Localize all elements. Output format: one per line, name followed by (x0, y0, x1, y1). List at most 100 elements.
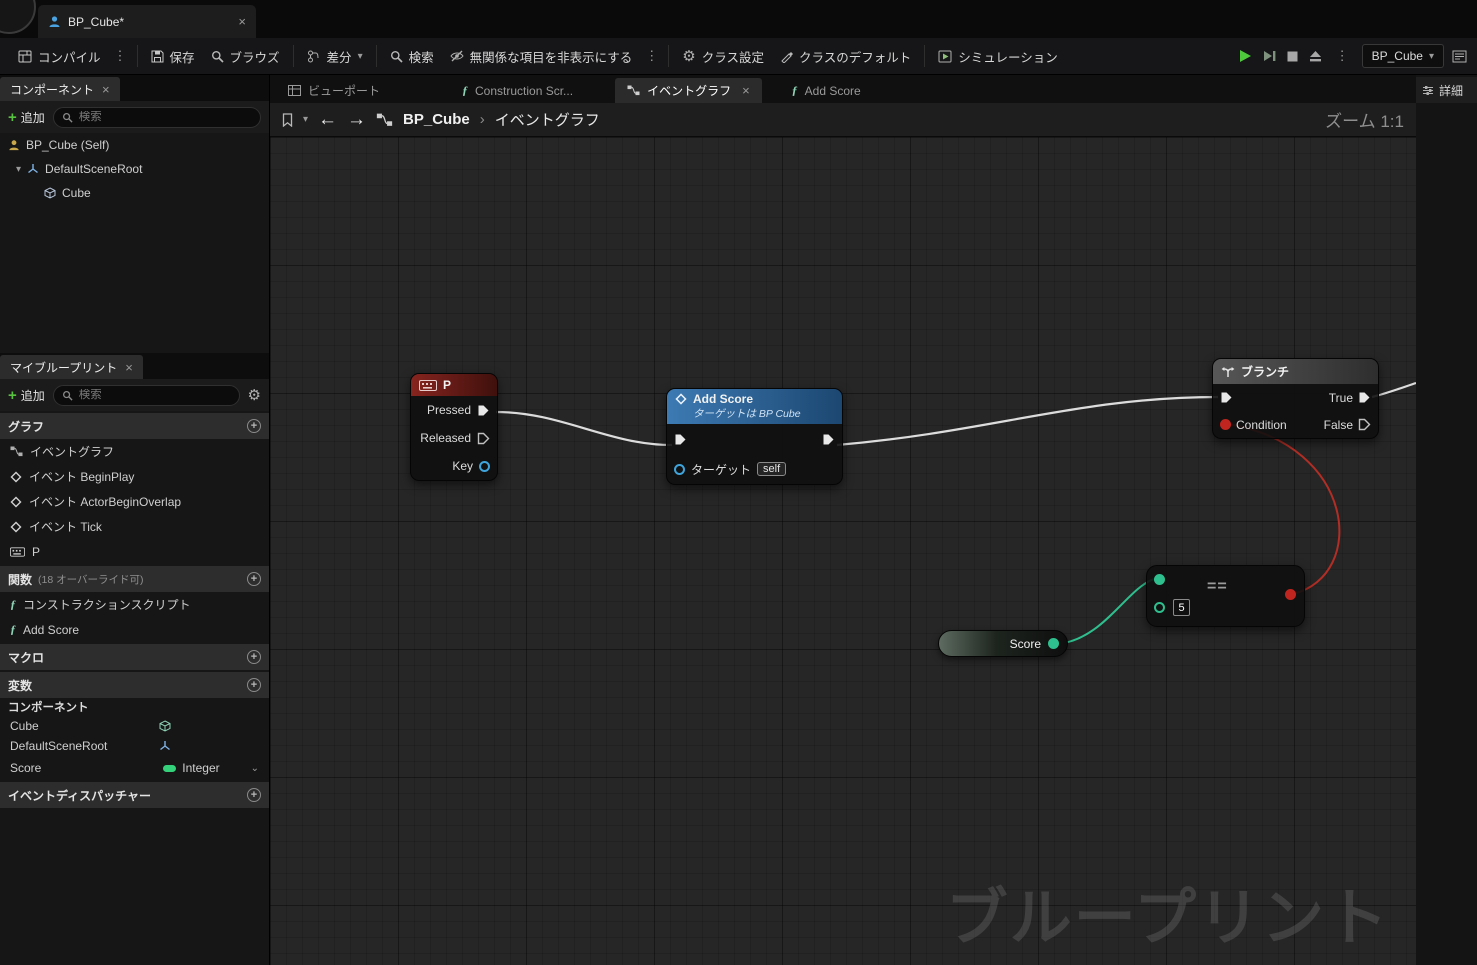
chevron-down-icon[interactable]: ⌄ (251, 763, 259, 774)
tab-viewport[interactable]: ビューポート (276, 78, 392, 103)
compile-button[interactable]: コンパイル (10, 41, 109, 71)
find-button[interactable]: 検索 (382, 41, 442, 71)
function-item-construction-script[interactable]: ƒ コンストラクションスクリプト (0, 592, 269, 617)
close-icon[interactable]: × (125, 360, 133, 375)
components-search[interactable] (52, 106, 261, 128)
add-macro-button[interactable]: + (247, 650, 261, 664)
node-add-score-header[interactable]: Add Score ターゲットは BP Cube (667, 389, 842, 424)
debug-filter-icon[interactable] (1452, 50, 1467, 63)
class-settings-button[interactable]: ⚙ クラス設定 (674, 41, 772, 71)
tab-event-graph[interactable]: イベントグラフ × (615, 78, 762, 103)
section-macros[interactable]: マクロ + (0, 644, 269, 670)
graph-item-key-p[interactable]: P (0, 539, 269, 564)
chevron-down-icon[interactable]: ▾ (16, 164, 21, 175)
eject-button[interactable] (1308, 49, 1323, 64)
exec-in-pin[interactable] (1220, 391, 1233, 404)
close-icon[interactable]: × (102, 82, 110, 97)
play-button[interactable] (1237, 48, 1253, 64)
variable-item-score[interactable]: Score Integer ⌄ (0, 756, 269, 780)
bookmark-icon[interactable] (282, 112, 293, 127)
asset-tab-bp-cube[interactable]: BP_Cube* × (38, 5, 256, 38)
node-keyboard-event-header[interactable]: P (411, 374, 497, 396)
node-equals[interactable]: == 5 (1146, 565, 1305, 627)
save-button[interactable]: 保存 (143, 41, 203, 71)
tab-details[interactable]: 詳細 (1416, 77, 1477, 103)
equals-input-b-pin[interactable] (1154, 602, 1165, 613)
add-dispatcher-button[interactable]: + (247, 788, 261, 802)
exec-out-pin[interactable] (822, 433, 835, 446)
tab-add-score[interactable]: ƒ Add Score (780, 78, 873, 103)
component-tree-item-cube[interactable]: Cube (0, 181, 269, 205)
node-branch[interactable]: ブランチ True Condition False (1212, 358, 1379, 439)
section-functions[interactable]: 関数 (18 オーバーライド可) + (0, 566, 269, 592)
target-pin[interactable] (674, 463, 685, 475)
node-branch-header[interactable]: ブランチ (1213, 359, 1378, 384)
wire-pressed-to-addscore[interactable] (495, 410, 673, 447)
stop-button[interactable] (1285, 49, 1300, 64)
hide-unrelated-button[interactable]: 無関係な項目を非表示にする (442, 41, 641, 71)
unreal-logo[interactable] (0, 0, 36, 34)
component-tree-item-scene-root[interactable]: ▾ DefaultSceneRoot (0, 157, 269, 181)
close-icon[interactable]: × (742, 83, 750, 98)
components-search-input[interactable] (78, 111, 252, 123)
breadcrumb-current[interactable]: イベントグラフ (495, 109, 600, 130)
graph-canvas[interactable]: P Pressed Released Key Add Score ターゲットは … (270, 137, 1416, 965)
my-blueprint-search[interactable] (52, 384, 240, 406)
variable-group-components[interactable]: コンポーネント (0, 698, 269, 716)
back-arrow-button[interactable]: ← (318, 109, 337, 131)
pin-row-target: ターゲット self (667, 454, 842, 484)
gear-icon[interactable]: ⚙ (248, 386, 261, 404)
browse-button[interactable]: ブラウズ (203, 41, 288, 71)
add-component-button[interactable]: + 追加 (8, 109, 45, 126)
graph-item-beginplay[interactable]: イベント BeginPlay (0, 464, 269, 489)
section-variables[interactable]: 変数 + (0, 672, 269, 698)
component-tree-item-self[interactable]: BP_Cube (Self) (0, 133, 269, 157)
node-keyboard-event-p[interactable]: P Pressed Released Key (410, 373, 498, 481)
condition-pin[interactable] (1220, 419, 1231, 430)
add-blueprint-item-button[interactable]: + 追加 (8, 387, 45, 404)
equals-output-pin[interactable] (1285, 589, 1296, 600)
debug-object-dropdown[interactable]: BP_Cube ▾ (1361, 44, 1444, 68)
node-add-score[interactable]: Add Score ターゲットは BP Cube ターゲット self (666, 388, 843, 485)
wire-score-to-equals[interactable] (1057, 578, 1155, 645)
score-output-pin[interactable] (1048, 638, 1059, 649)
target-self-tag[interactable]: self (757, 462, 787, 476)
tab-components[interactable]: コンポーネント × (0, 77, 120, 101)
false-exec-pin[interactable] (1358, 418, 1371, 431)
exec-pin-pressed[interactable] (477, 404, 490, 417)
chevron-down-icon[interactable]: ▾ (303, 114, 308, 125)
add-variable-button[interactable]: + (247, 678, 261, 692)
equals-input-a-pin[interactable] (1154, 574, 1165, 585)
variable-item-cube[interactable]: Cube (0, 716, 269, 736)
compile-options-button[interactable]: ⋮ (109, 48, 132, 64)
tab-my-blueprint[interactable]: マイブループリント × (0, 355, 143, 379)
exec-pin-released[interactable] (477, 432, 490, 445)
exec-in-pin[interactable] (674, 433, 687, 446)
simulation-button[interactable]: シミュレーション (930, 41, 1066, 71)
graph-item-actorbeginoverlap[interactable]: イベント ActorBeginOverlap (0, 489, 269, 514)
my-blueprint-search-input[interactable] (78, 389, 231, 401)
hide-unrelated-options-button[interactable]: ⋮ (640, 48, 663, 64)
wire-addscore-to-branch[interactable] (836, 395, 1219, 447)
class-defaults-button[interactable]: クラスのデフォルト (772, 41, 919, 71)
function-item-add-score[interactable]: ƒ Add Score (0, 617, 269, 642)
true-exec-pin[interactable] (1358, 391, 1371, 404)
variable-item-scene-root[interactable]: DefaultSceneRoot (0, 736, 269, 756)
frame-skip-button[interactable] (1261, 48, 1277, 64)
breadcrumb-root[interactable]: BP_Cube (403, 111, 470, 128)
key-output-pin[interactable] (479, 460, 490, 472)
graph-item-tick[interactable]: イベント Tick (0, 514, 269, 539)
add-function-button[interactable]: + (247, 572, 261, 586)
section-graphs[interactable]: グラフ + (0, 413, 269, 439)
play-options-button[interactable]: ⋮ (1331, 48, 1354, 64)
node-get-score[interactable]: Score (938, 630, 1068, 657)
graph-item-event-graph[interactable]: イベントグラフ (0, 439, 269, 464)
close-icon[interactable]: × (238, 14, 246, 29)
section-event-dispatchers[interactable]: イベントディスパッチャー + (0, 782, 269, 808)
diff-button[interactable]: 差分 ▾ (299, 41, 371, 71)
pin-row-key: Key (411, 452, 497, 480)
add-graph-button[interactable]: + (247, 419, 261, 433)
equals-input-b-value[interactable]: 5 (1173, 599, 1190, 616)
forward-arrow-button[interactable]: → (347, 109, 366, 131)
tab-construction-script[interactable]: ƒ Construction Scr... (450, 78, 585, 103)
